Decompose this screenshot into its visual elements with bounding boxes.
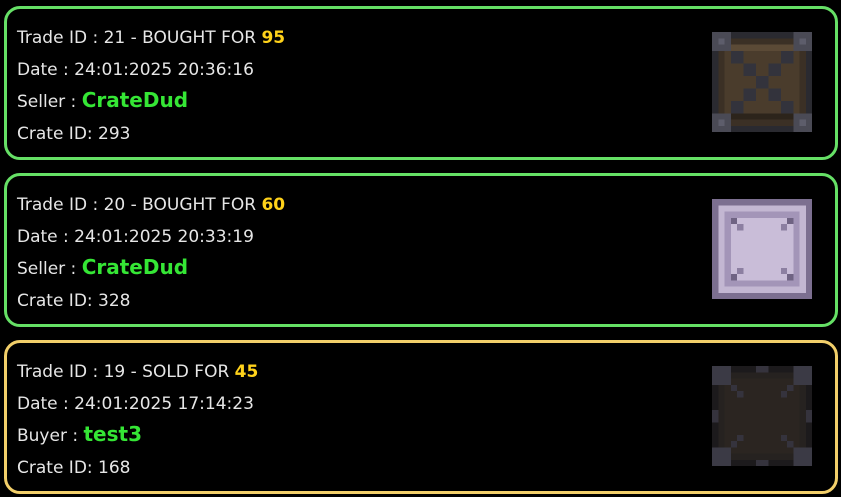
trade-party: Buyer : test3 — [17, 423, 142, 447]
trade-title: Trade ID : 19 - SOLD FOR 45 — [17, 361, 258, 383]
trade-card[interactable]: Trade ID : 21 - BOUGHT FOR 95 Date : 24:… — [4, 6, 838, 160]
party-name: test3 — [83, 422, 142, 446]
trade-title-text: Trade ID : 21 - BOUGHT FOR — [17, 28, 262, 48]
trade-party: Seller : CrateDud — [17, 89, 188, 113]
party-label: Seller : — [17, 92, 82, 112]
party-name: CrateDud — [81, 255, 189, 279]
crate-id: Crate ID: 328 — [17, 291, 131, 311]
wooden-crate-icon — [712, 32, 812, 132]
crate-id: Crate ID: 168 — [17, 458, 131, 478]
dark-crate-icon — [712, 366, 812, 466]
trade-card[interactable]: Trade ID : 19 - SOLD FOR 45 Date : 24:01… — [4, 340, 838, 494]
trade-title: Trade ID : 20 - BOUGHT FOR 60 — [17, 194, 285, 216]
trade-date: Date : 24:01:2025 20:36:16 — [17, 60, 254, 80]
trade-price: 60 — [261, 195, 286, 215]
trade-title: Trade ID : 21 - BOUGHT FOR 95 — [17, 27, 285, 49]
trade-card[interactable]: Trade ID : 20 - BOUGHT FOR 60 Date : 24:… — [4, 173, 838, 327]
trade-date: Date : 24:01:2025 17:14:23 — [17, 394, 254, 414]
trade-price: 95 — [261, 28, 286, 48]
trade-title-text: Trade ID : 19 - SOLD FOR — [17, 362, 235, 382]
crate-id: Crate ID: 293 — [17, 124, 131, 144]
party-name: CrateDud — [81, 88, 189, 112]
trade-date: Date : 24:01:2025 20:33:19 — [17, 227, 254, 247]
trade-party: Seller : CrateDud — [17, 256, 188, 280]
lavender-crate-icon — [712, 199, 812, 299]
party-label: Seller : — [17, 259, 82, 279]
party-label: Buyer : — [17, 426, 84, 446]
trade-title-text: Trade ID : 20 - BOUGHT FOR — [17, 195, 262, 215]
trade-price: 45 — [234, 362, 259, 382]
